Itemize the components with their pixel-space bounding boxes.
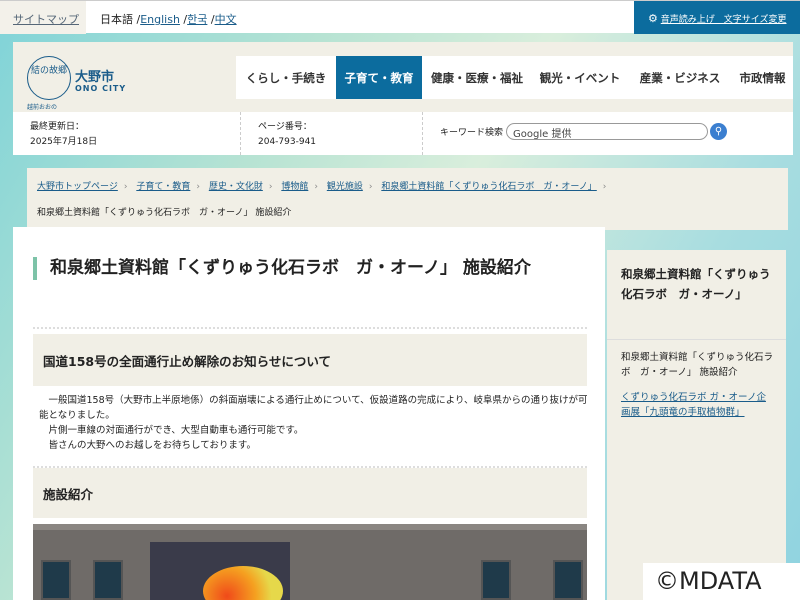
notice-paragraph: 皆さんの大野へのお越しをお待ちしております。 [39, 440, 256, 451]
nav-living[interactable]: くらし・手続き [236, 56, 336, 99]
logo-subtitle: 越前おおの [27, 104, 58, 111]
search-icon: ⚲ [714, 126, 723, 137]
sitemap-area: サイトマップ [0, 1, 86, 34]
site-header: 結の故郷 越前おおの 大野市 ONO CITY くらし・手続き 子育て・教育 健… [13, 42, 793, 155]
sidebar-item-current: 和泉郷土資料館「くずりゅう化石ラボ ガ・オーノ」 施設紹介 [621, 352, 774, 378]
nav-tourism[interactable]: 観光・イベント [532, 56, 628, 99]
gear-icon: ⚙ [648, 12, 658, 25]
global-nav: くらし・手続き 子育て・教育 健康・医療・福祉 観光・イベント 産業・ビジネス … [236, 56, 793, 99]
window [41, 560, 71, 600]
top-bar: サイトマップ 日本語 /English /한국 /中文 ⚙ 音声読み上げ 文字サ… [0, 0, 800, 34]
breadcrumb-link[interactable]: 観光施設 [327, 182, 363, 192]
updated-label: 最終更新日： [30, 122, 85, 132]
breadcrumb: 大野市トップページ › 子育て・教育 › 歴史・文化財 › 博物館 › 観光施設 › 和泉… [27, 168, 788, 230]
window [93, 560, 123, 600]
chevron-right-icon: › [196, 182, 200, 192]
search-button[interactable]: ⚲ [710, 123, 727, 140]
accessibility-bar: ⚙ 音声読み上げ 文字サイズ変更 [634, 1, 800, 34]
breadcrumb-link[interactable]: 歴史・文化財 [209, 182, 263, 192]
lang-korean[interactable]: 한국 [187, 13, 207, 26]
lang-chinese[interactable]: 中文 [215, 13, 237, 26]
sidebar: 和泉郷土資料館「くずりゅう化石ラボ ガ・オーノ」 和泉郷土資料館「くずりゅう化石… [607, 250, 786, 600]
notice-paragraph: 一般国道158号（大野市上半原地係）の斜面崩壊による通行止めについて、仮設道路の… [39, 395, 588, 421]
city-logo[interactable]: 結の故郷 [27, 56, 71, 100]
breadcrumb-link[interactable]: 子育て・教育 [136, 182, 190, 192]
notice-body: 一般国道158号（大野市上半原地係）の斜面崩壊による通行止めについて、仮設道路の… [39, 393, 589, 453]
facility-photo [33, 524, 587, 600]
section-heading: 施設紹介 [33, 468, 587, 518]
page-title: 和泉郷土資料館「くずりゅう化石ラボ ガ・オーノ」 施設紹介 [33, 257, 573, 280]
chevron-right-icon: › [123, 182, 128, 192]
sidebar-item-link[interactable]: くずりゅう化石ラボ ガ・オーノ企画展「九頭竜の手取植物群」 [621, 392, 766, 418]
updated-date: 2025年7月18日 [30, 137, 98, 147]
sidebar-heading: 和泉郷土資料館「くずりゅう化石ラボ ガ・オーノ」 [607, 250, 786, 340]
main-content: 和泉郷土資料館「くずりゅう化石ラボ ガ・オーノ」 施設紹介 国道158号の全面通… [13, 227, 605, 600]
notice-heading: 国道158号の全面通行止め解除のお知らせについて [33, 334, 587, 386]
lang-japanese: 日本語 [100, 13, 133, 26]
breadcrumb-current: 和泉郷土資料館「くずりゅう化石ラボ ガ・オーノ」 施設紹介 [37, 208, 292, 218]
accessibility-link[interactable]: 音声読み上げ 文字サイズ変更 [661, 15, 787, 25]
language-switcher: 日本語 /English /한국 /中文 [100, 13, 237, 26]
breadcrumb-link[interactable]: 博物館 [281, 182, 308, 192]
chevron-right-icon: › [314, 182, 318, 192]
page-number: 204-793-941 [258, 137, 317, 147]
window [481, 560, 511, 600]
city-name-en: ONO CITY [75, 84, 127, 93]
divider [33, 327, 587, 329]
sitemap-link[interactable]: サイトマップ [13, 13, 79, 26]
divider [240, 112, 241, 155]
breadcrumb-link[interactable]: 和泉郷土資料館「くずりゅう化石ラボ ガ・オーノ」 [381, 182, 596, 192]
page-info-bar: 最終更新日： 2025年7月18日 ページ番号： 204-793-941 キーワード… [13, 112, 793, 155]
nav-industry[interactable]: 産業・ビジネス [628, 56, 732, 99]
nav-health[interactable]: 健康・医療・福祉 [422, 56, 532, 99]
nav-city-admin[interactable]: 市政情報 [732, 56, 793, 99]
window [553, 560, 583, 600]
search-label: キーワード検索 [440, 128, 504, 138]
notice-paragraph: 片側一車線の対面通行ができ、大型自動車も通行可能です。 [39, 425, 304, 436]
lang-english[interactable]: English [140, 13, 180, 26]
breadcrumb-link[interactable]: 大野市トップページ [37, 182, 118, 192]
nav-childcare-education[interactable]: 子育て・教育 [336, 56, 422, 99]
watermark: ©MDATA [643, 563, 800, 600]
city-name: 大野市 [75, 70, 115, 85]
chevron-right-icon: › [368, 182, 373, 192]
search-input[interactable]: Google 提供 [506, 123, 708, 140]
divider [422, 112, 423, 155]
chevron-right-icon: › [268, 182, 273, 192]
chevron-right-icon: › [602, 182, 607, 192]
page-number-label: ページ番号： [258, 122, 312, 132]
logo-text: 結の故郷 [30, 66, 67, 76]
